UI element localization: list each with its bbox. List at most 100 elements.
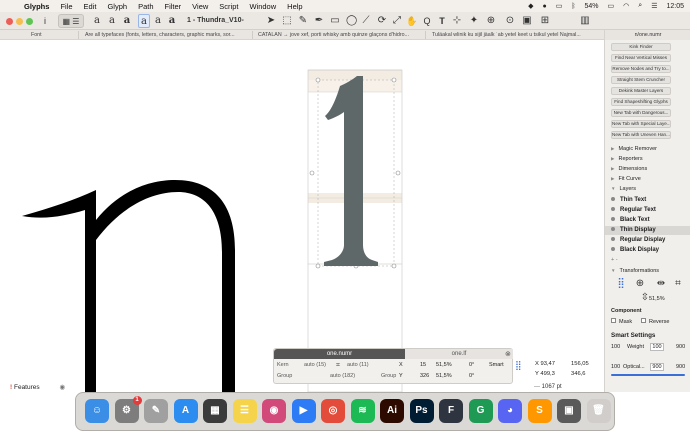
- layer-visibility-dot[interactable]: [611, 197, 615, 201]
- dock-script-editor-icon[interactable]: ✎: [144, 399, 168, 423]
- layer-thin-display[interactable]: Thin Display: [605, 226, 690, 235]
- transform-center-icon[interactable]: ⊕: [634, 278, 646, 290]
- selection-handle[interactable]: [391, 263, 397, 269]
- bluetooth-icon[interactable]: ᛒ: [571, 3, 575, 10]
- tab-catalan[interactable]: CATALAN → jove xef, porti whisky amb qui…: [258, 32, 418, 38]
- tab-one-lf[interactable]: one.lf: [405, 349, 513, 359]
- y-value[interactable]: 326: [420, 373, 429, 379]
- eye-icon[interactable]: ◉: [59, 384, 65, 391]
- dock-fontlab-icon[interactable]: F: [439, 399, 463, 423]
- scale-y-value[interactable]: 51,5%: [436, 373, 452, 379]
- mask-checkbox[interactable]: Mask: [611, 318, 632, 325]
- menu-view[interactable]: View: [192, 2, 208, 11]
- metrics-icon[interactable]: ⌗: [672, 278, 684, 290]
- layer-visibility-dot[interactable]: [611, 237, 615, 241]
- dock-zoom-icon[interactable]: ▶: [291, 399, 316, 423]
- angle-x-value[interactable]: 0°: [469, 362, 474, 368]
- filter-special-layers[interactable]: New Tab with Special Laye...: [611, 120, 671, 128]
- battery-icon[interactable]: ▭: [608, 2, 615, 10]
- transform-scale-value[interactable]: 51,5%: [649, 296, 665, 302]
- grid-icon[interactable]: ⊞: [540, 14, 550, 28]
- smart-label[interactable]: Smart: [489, 362, 504, 368]
- dock-glyphs-icon[interactable]: G: [468, 399, 493, 423]
- filter-dangerous[interactable]: New Tab with Dangerous...: [611, 109, 671, 117]
- dock-sublime-text-icon[interactable]: S: [527, 399, 552, 423]
- scale-x-value[interactable]: 51,5%: [436, 362, 452, 368]
- menu-filter[interactable]: Filter: [165, 2, 182, 11]
- zoom-button[interactable]: [26, 18, 33, 25]
- section-layers[interactable]: ▼ Layers: [611, 186, 636, 192]
- draw-tool-icon[interactable]: ✎: [298, 14, 308, 28]
- display-icon[interactable]: ▭: [556, 2, 563, 10]
- selection-handle[interactable]: [315, 77, 321, 83]
- menu-glyphs[interactable]: Glyphs: [24, 2, 49, 11]
- glyph-one-numr[interactable]: [324, 76, 378, 266]
- dock-trash-icon[interactable]: 🗑: [586, 399, 611, 423]
- dock-spotify-icon[interactable]: ≋: [350, 399, 375, 423]
- kern-left-value[interactable]: auto (15): [304, 362, 326, 368]
- height-value[interactable]: 346,6: [571, 371, 586, 377]
- pen-tool-icon[interactable]: ✒: [314, 14, 324, 28]
- info-button[interactable]: i: [40, 14, 50, 28]
- dock-system-preferences-icon[interactable]: ⚙ 1: [114, 396, 142, 423]
- menu-file[interactable]: File: [60, 2, 72, 11]
- filter-uneven-handles[interactable]: New Tab with Uneven Han...: [611, 131, 671, 139]
- select-tool-icon[interactable]: ➤: [266, 14, 276, 28]
- tab-typefaces[interactable]: Are all typefaces (fonts, letters, chara…: [85, 32, 245, 38]
- menu-window[interactable]: Window: [249, 2, 276, 11]
- annotation-tool-icon[interactable]: ✦: [469, 14, 479, 28]
- filter-stem-cruncher[interactable]: Straight Stem Cruncher: [611, 76, 671, 84]
- filter-shapeshifting[interactable]: Find Shapeshifting Glyphs: [611, 98, 671, 106]
- anchor-grid-icon[interactable]: ⣿: [515, 360, 522, 371]
- selection-handle[interactable]: [315, 263, 321, 269]
- dock-illustrator-icon[interactable]: Ai: [380, 399, 404, 423]
- features-toggle[interactable]: ! Features ◉: [10, 383, 65, 391]
- layers-tool-icon[interactable]: ⊕: [486, 14, 496, 28]
- layer-regular-text[interactable]: Regular Text: [605, 206, 690, 215]
- battery-percent[interactable]: 54%: [585, 3, 599, 10]
- layer-thin-text[interactable]: Thin Text: [605, 196, 690, 205]
- layer-visibility-dot[interactable]: [611, 227, 615, 231]
- filter-kink-finder[interactable]: Kink Finder: [611, 43, 671, 51]
- select-all-tool-icon[interactable]: ⬚: [282, 14, 292, 28]
- dock-app-store-icon[interactable]: A: [173, 399, 198, 423]
- measurement-tool-icon[interactable]: ⊹: [452, 14, 462, 28]
- menu-glyph[interactable]: Glyph: [107, 2, 127, 11]
- wifi-icon[interactable]: ◠: [623, 2, 629, 10]
- rotate-tool-icon[interactable]: ⟳: [377, 14, 387, 28]
- layer-visibility-dot[interactable]: [611, 217, 615, 221]
- section-reporters[interactable]: ▶ Reporters: [611, 156, 643, 162]
- selection-handle[interactable]: [391, 77, 397, 83]
- layer-visibility-dot[interactable]: [611, 247, 615, 251]
- section-fit-curve[interactable]: ▶ Fit Curve: [611, 176, 641, 182]
- filter-near-vertical[interactable]: Find Near Vertical Misses: [611, 54, 671, 62]
- layer-black-text[interactable]: Black Text: [605, 216, 690, 225]
- dock-chrome-icon[interactable]: ◎: [321, 399, 345, 423]
- font-sample-5[interactable]: a: [168, 14, 176, 28]
- section-dimensions[interactable]: ▶ Dimensions: [611, 166, 647, 172]
- dropbox-icon[interactable]: ◆: [528, 2, 533, 10]
- layout-icon[interactable]: ▣: [522, 14, 532, 28]
- close-button[interactable]: [6, 18, 13, 25]
- dock-screen-recorder-icon[interactable]: ▣: [557, 399, 581, 423]
- preview-eye-icon[interactable]: ⊙: [505, 14, 515, 28]
- menu-help[interactable]: Help: [287, 2, 302, 11]
- weight-input[interactable]: 100: [650, 343, 664, 351]
- dock-photoshop-icon[interactable]: Ps: [409, 399, 434, 423]
- view-mode-toggle[interactable]: ▦ ☰: [58, 14, 84, 28]
- knife-tool-icon[interactable]: ⟋: [361, 14, 371, 28]
- hand-tool-icon[interactable]: ✋: [406, 14, 417, 28]
- glyph-canvas[interactable]: [0, 40, 604, 392]
- transform-origin-grid-icon[interactable]: ⣿: [615, 278, 627, 290]
- pos-y[interactable]: Y 499,3: [535, 371, 555, 377]
- dock-calculator-icon[interactable]: ▦: [203, 399, 227, 423]
- font-sample-4[interactable]: a: [154, 14, 162, 28]
- menu-edit[interactable]: Edit: [84, 2, 97, 11]
- link-kern-icon[interactable]: ⌗: [336, 362, 340, 370]
- group-mid-value[interactable]: auto (182): [330, 373, 355, 379]
- reverse-checkbox[interactable]: Reverse: [641, 318, 669, 325]
- section-transformations[interactable]: ▼ Transformations: [611, 268, 659, 274]
- font-sample-1[interactable]: a: [108, 14, 116, 28]
- minimize-button[interactable]: [16, 18, 23, 25]
- section-magic-remover[interactable]: ▶ Magic Remover: [611, 146, 657, 152]
